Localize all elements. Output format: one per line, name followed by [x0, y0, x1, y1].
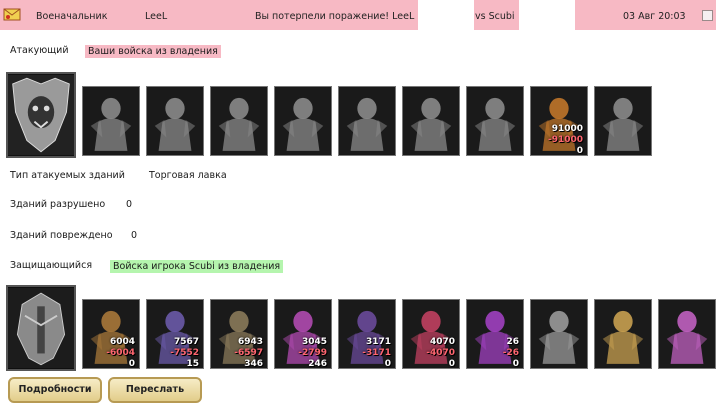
- wraith-unit-icon[interactable]: [594, 86, 652, 156]
- unit-count: 3045: [301, 337, 327, 347]
- unit-losses: -7552: [170, 348, 199, 358]
- troll-unit-icon[interactable]: 6004 -6004 0: [82, 299, 140, 369]
- unit-count: 6004: [109, 337, 135, 347]
- unit-count: 3171: [365, 337, 391, 347]
- golem-unit-icon[interactable]: [338, 86, 396, 156]
- unit-survivors: 0: [384, 359, 391, 369]
- details-button[interactable]: Подробности: [8, 377, 102, 403]
- golden-knight-unit-icon[interactable]: 91000 -91000 0: [530, 86, 588, 156]
- unit-survivors: 0: [512, 359, 519, 369]
- building-type-value: Торговая лавка: [149, 170, 227, 181]
- building-type-label: Тип атакуемых зданий: [10, 170, 125, 181]
- ogre-unit-icon[interactable]: [402, 86, 460, 156]
- sorcerer-unit-icon[interactable]: 4070 -4070 0: [402, 299, 460, 369]
- attacker-units-row: 91000 -91000 0: [0, 86, 716, 158]
- attacker-tag: Ваши войска из владения: [85, 45, 221, 58]
- battle-header: Военачальник LeeL Вы потерпели поражение…: [0, 0, 716, 30]
- dragon-unit-icon[interactable]: [82, 86, 140, 156]
- envelope-icon[interactable]: [3, 6, 21, 23]
- unit-losses: -3171: [362, 348, 391, 358]
- unit-count: 91000: [551, 124, 583, 134]
- spider-unit-icon[interactable]: [530, 299, 588, 369]
- winged-mage-unit-icon[interactable]: 3045 -2799 246: [274, 299, 332, 369]
- expand-checkbox[interactable]: [702, 10, 713, 21]
- unit-survivors: 0: [576, 146, 583, 156]
- ghost-knight-unit-icon[interactable]: [466, 86, 524, 156]
- forward-button[interactable]: Переслать: [108, 377, 202, 403]
- defender-label: Защищающийся: [10, 260, 93, 271]
- demon-warrior-unit-icon[interactable]: [210, 86, 268, 156]
- unit-survivors: 0: [448, 359, 455, 369]
- attacker-label: Атакующий: [10, 45, 69, 56]
- destroyed-value: 0: [126, 199, 133, 210]
- unit-losses: -6004: [106, 348, 135, 358]
- unit-count: 26: [506, 337, 519, 347]
- lizard-warrior-unit-icon[interactable]: 6943 -6597 346: [210, 299, 268, 369]
- unit-count: 6943: [237, 337, 263, 347]
- rank-text: Военачальник: [36, 11, 108, 22]
- pod-unit-icon[interactable]: [658, 299, 716, 369]
- unit-survivors: 15: [186, 359, 199, 369]
- assassin-unit-icon[interactable]: 26 -26 0: [466, 299, 524, 369]
- unit-losses: -91000: [547, 135, 583, 145]
- archer-unit-icon[interactable]: 3171 -3171 0: [338, 299, 396, 369]
- turtle-unit-icon[interactable]: [594, 299, 652, 369]
- unit-count: 4070: [429, 337, 455, 347]
- destroyed-label: Зданий разрушено: [10, 199, 106, 210]
- dwarf-unit-icon[interactable]: 7567 -7552 15: [146, 299, 204, 369]
- unit-losses: -2799: [298, 348, 327, 358]
- unit-losses: -26: [502, 348, 519, 358]
- damaged-value: 0: [131, 230, 138, 241]
- unit-survivors: 0: [128, 359, 135, 369]
- unit-survivors: 246: [308, 359, 327, 369]
- lich-unit-icon[interactable]: [146, 86, 204, 156]
- battle-result: Вы потерпели поражение! LeeL: [255, 11, 415, 22]
- unit-losses: -6597: [234, 348, 263, 358]
- defender-tag: Войска игрока Scubi из владения: [110, 260, 284, 273]
- unit-survivors: 346: [244, 359, 263, 369]
- beast-unit-icon[interactable]: [274, 86, 332, 156]
- opponent-text: vs Scubi: [475, 11, 515, 22]
- damaged-label: Зданий повреждено: [10, 230, 113, 241]
- unit-losses: -4070: [426, 348, 455, 358]
- unit-count: 7567: [173, 337, 199, 347]
- defender-units-row: 6004 -6004 0 7567 -7552 15 6943 -6597 346 3045 -27…: [0, 299, 716, 371]
- battle-date: 03 Авг 20:03: [623, 11, 686, 22]
- player-name[interactable]: LeeL: [145, 11, 167, 22]
